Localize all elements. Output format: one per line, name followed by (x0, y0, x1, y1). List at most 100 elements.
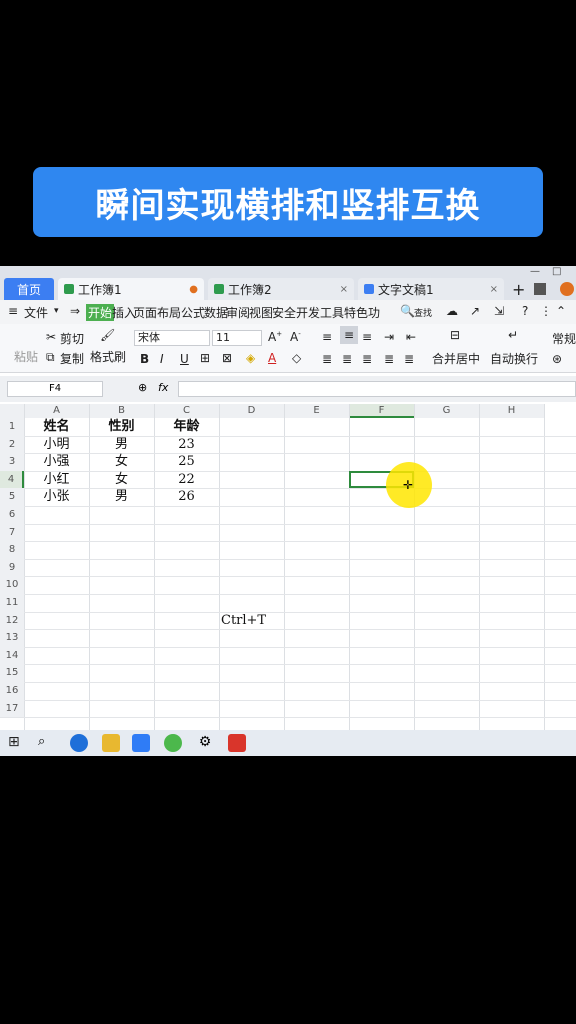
row-header[interactable]: 11 (0, 594, 24, 612)
menu-developer[interactable]: 开发工具 (296, 304, 344, 321)
font-family-select[interactable]: 宋体 (134, 330, 210, 346)
avatar[interactable] (560, 282, 574, 296)
table-cell[interactable]: 男 (89, 488, 154, 506)
align-right-icon[interactable]: ≣ (362, 352, 372, 366)
cut-button[interactable]: 剪切 (60, 330, 84, 347)
merge-icon[interactable]: ⊟ (450, 328, 460, 342)
hamburger-icon[interactable]: ≡ (8, 304, 18, 318)
edge-icon[interactable] (70, 734, 88, 752)
row-header[interactable]: 5 (0, 488, 24, 506)
wps-icon[interactable] (132, 734, 150, 752)
row-header[interactable]: 15 (0, 664, 24, 682)
row-header[interactable]: 2 (0, 435, 24, 454)
help-icon[interactable]: ? (522, 304, 528, 318)
wechat-icon[interactable] (164, 734, 182, 752)
distribute-icon[interactable]: ≣ (404, 352, 414, 366)
number-format-select[interactable]: 常规 (552, 330, 576, 347)
table-cell[interactable]: 姓名 (24, 418, 89, 436)
row-header[interactable]: 10 (0, 576, 24, 594)
row-header[interactable]: 16 (0, 682, 24, 700)
close-icon[interactable]: × (340, 284, 348, 295)
tab-home[interactable]: 首页 (4, 278, 54, 300)
column-header[interactable]: A (24, 404, 89, 418)
table-cell[interactable]: 25 (154, 453, 219, 471)
collapse-icon[interactable]: ⌃ (556, 304, 566, 318)
font-size-select[interactable]: 11 (212, 330, 262, 346)
menu-page-layout[interactable]: 页面布局 (133, 304, 181, 321)
table-style-icon[interactable]: ⊠ (222, 351, 232, 365)
gear-icon[interactable]: ⚙ (196, 734, 214, 752)
font-grow-icon[interactable]: A+ (268, 330, 282, 344)
table-cell[interactable]: 性别 (89, 418, 154, 436)
fx-label[interactable]: fx (158, 381, 168, 394)
menu-features[interactable]: 特色功 (344, 304, 380, 321)
menu-home[interactable]: 开始 (86, 304, 115, 321)
table-cell[interactable]: 小强 (24, 453, 89, 471)
row-header[interactable]: 17 (0, 699, 24, 718)
row-header[interactable]: 12 (0, 611, 24, 630)
formula-input[interactable] (178, 381, 576, 397)
column-header[interactable]: B (89, 404, 154, 418)
justify-icon[interactable]: ≣ (384, 352, 394, 366)
table-cell[interactable]: 22 (154, 471, 219, 489)
zoom-icon[interactable]: ⊕ (138, 381, 147, 394)
search-icon[interactable]: 🔍 (400, 304, 415, 318)
format-painter-button[interactable]: 格式刷 (90, 348, 126, 365)
percent-icon[interactable]: ⊛ (552, 352, 562, 366)
indent-icon[interactable]: ⇥ (384, 330, 394, 344)
fill-color-icon[interactable]: ◈ (246, 351, 255, 365)
brush-icon[interactable]: 🖌 (100, 328, 115, 342)
row-header[interactable]: 9 (0, 558, 24, 577)
name-box[interactable]: F4 (7, 381, 103, 397)
menu-search[interactable]: 查找 (414, 306, 432, 319)
table-cell[interactable]: 小张 (24, 488, 89, 506)
row-header[interactable]: 14 (0, 646, 24, 665)
row-header[interactable]: 7 (0, 523, 24, 542)
font-color-icon[interactable]: A (268, 351, 276, 365)
underline-icon[interactable]: U (180, 352, 189, 366)
menu-data[interactable]: 数据 (204, 304, 228, 321)
maximize-icon[interactable]: □ (552, 266, 561, 277)
arrow-icon[interactable]: ⇒ (70, 304, 80, 318)
table-cell[interactable]: 女 (89, 453, 154, 471)
share-icon[interactable]: ↗ (470, 304, 480, 318)
table-cell[interactable]: 年龄 (154, 418, 219, 436)
export-icon[interactable]: ⇲ (494, 304, 504, 318)
align-left-icon[interactable]: ≣ (322, 352, 332, 366)
close-icon[interactable]: × (490, 284, 498, 295)
menu-review[interactable]: 审阅 (226, 304, 250, 321)
row-header[interactable]: 8 (0, 541, 24, 559)
table-cell[interactable]: 男 (89, 436, 154, 454)
outdent-icon[interactable]: ⇤ (406, 330, 416, 344)
folder-icon[interactable] (102, 734, 120, 752)
table-cell[interactable]: 小红 (24, 471, 89, 489)
paste-button[interactable]: 粘贴 (14, 348, 38, 365)
chevron-down-icon[interactable]: ▾ (54, 306, 59, 316)
row-header[interactable]: 13 (0, 629, 24, 647)
tab-workbook2[interactable]: 工作簿2 × (208, 278, 354, 300)
spreadsheet-grid[interactable]: A B C D E F G H 1 2 3 4 5 6 7 8 9 10 11 12 13 14 15 16 17 姓名 性别 年龄小… (0, 404, 576, 730)
copy-button[interactable]: 复制 (60, 350, 84, 367)
search-icon[interactable]: ⌕ (38, 734, 56, 752)
row-header[interactable]: 4 (0, 470, 24, 489)
column-header[interactable]: E (284, 404, 349, 418)
corner-cell[interactable] (0, 404, 24, 418)
tab-workbook1[interactable]: 工作簿1 ● (58, 278, 204, 300)
menu-file[interactable]: 文件 (24, 304, 48, 321)
minimize-icon[interactable]: — (530, 266, 540, 277)
window-icon[interactable] (534, 283, 546, 295)
column-header[interactable]: G (414, 404, 479, 418)
table-cell[interactable]: 26 (154, 488, 219, 506)
bold-icon[interactable]: B (140, 352, 149, 366)
menu-view[interactable]: 视图 (249, 304, 273, 321)
menu-formula[interactable]: 公式 (181, 304, 205, 321)
align-top-icon[interactable]: ≡ (322, 330, 332, 344)
wrap-text-button[interactable]: 自动换行 (490, 350, 538, 367)
column-header[interactable]: F (349, 404, 414, 418)
app-icon[interactable] (228, 734, 246, 752)
table-cell[interactable]: 23 (154, 436, 219, 454)
table-cell[interactable]: 小明 (24, 436, 89, 454)
table-cell[interactable]: 女 (89, 471, 154, 489)
row-header[interactable]: 6 (0, 506, 24, 524)
cloud-icon[interactable]: ☁ (446, 304, 458, 318)
